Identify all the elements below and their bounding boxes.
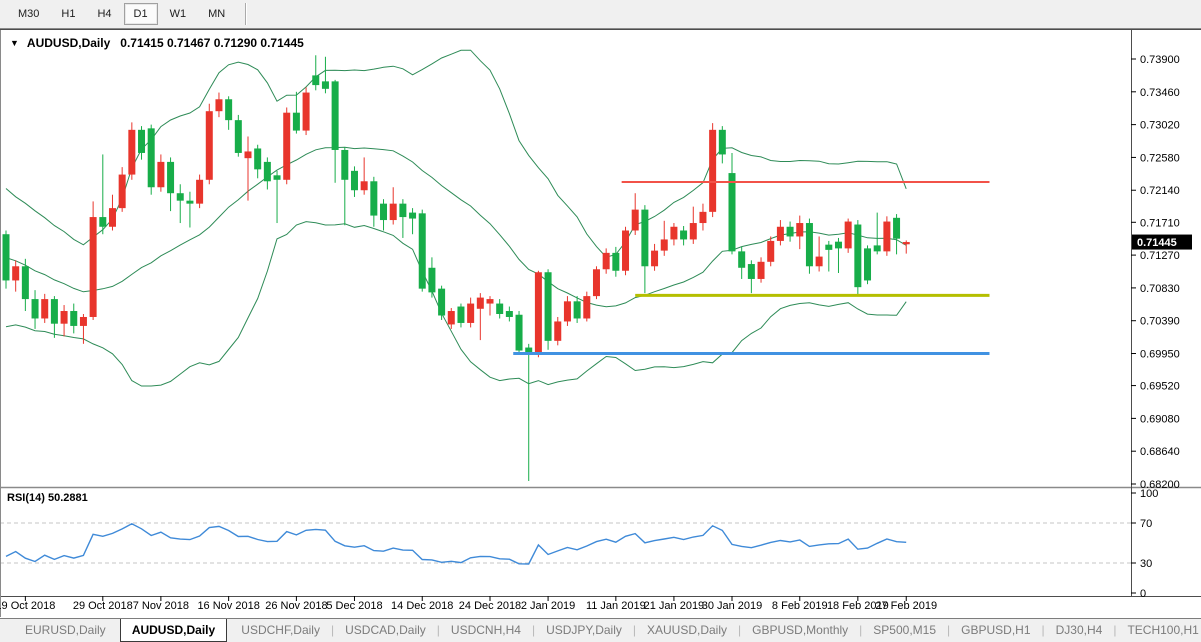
candle[interactable] — [883, 216, 890, 256]
price-tick-label: 0.70390 — [1140, 316, 1180, 328]
timeframe-button-mn[interactable]: MN — [198, 3, 235, 25]
toolbar-separator — [245, 3, 246, 25]
price-tick-label: 0.69520 — [1140, 381, 1180, 393]
symbol-tabs: EURUSD,Daily|AUDUSD,Daily|USDCHF,Daily|U… — [14, 619, 1201, 642]
candle[interactable] — [90, 201, 97, 320]
candle[interactable] — [593, 266, 600, 299]
candle[interactable] — [864, 245, 871, 284]
candle[interactable] — [535, 271, 542, 357]
price-tick-label: 0.69080 — [1140, 413, 1180, 425]
timeframe-button-m30[interactable]: M30 — [8, 3, 49, 25]
date-tick-label: 16 Nov 2018 — [197, 600, 259, 612]
tab-gbpusd-h1[interactable]: GBPUSD,H1 — [950, 619, 1041, 642]
date-tick-label: 14 Dec 2018 — [391, 600, 453, 612]
date-tick-label: 7 Nov 2018 — [133, 600, 189, 612]
date-tick-label: 27 Feb 2019 — [875, 600, 937, 612]
candle[interactable] — [206, 104, 213, 185]
timeframe-button-w1[interactable]: W1 — [160, 3, 197, 25]
timeframe-button-h4[interactable]: H4 — [87, 3, 121, 25]
price-tick-label: 0.72140 — [1140, 185, 1180, 197]
tab-usdcnh-h4[interactable]: USDCNH,H4 — [440, 619, 532, 642]
date-tick-label: 19 Oct 2018 — [0, 600, 55, 612]
date-tick-label: 5 Dec 2018 — [326, 600, 382, 612]
candle[interactable] — [303, 87, 310, 135]
rsi-tick-label: 30 — [1140, 558, 1152, 570]
candle[interactable] — [583, 292, 590, 322]
price-tick-label: 0.73020 — [1140, 120, 1180, 132]
date-tick-label: 8 Feb 2019 — [772, 600, 828, 612]
candle[interactable] — [235, 115, 242, 157]
candle[interactable] — [709, 123, 716, 217]
symbol-tab-bar: EURUSD,Daily|AUDUSD,Daily|USDCHF,Daily|U… — [0, 618, 1201, 642]
rsi-tick-label: 0 — [1140, 588, 1146, 600]
date-tick-label: 26 Nov 2018 — [265, 600, 327, 612]
chart-canvas[interactable]: 0.73900 0.73460 0.73020 0.72580 0.72140 0.717… — [0, 29, 1201, 618]
date-tick-label: 21 Jan 2019 — [644, 600, 705, 612]
tab-sp500-m15[interactable]: SP500,M15 — [862, 619, 947, 642]
candle[interactable] — [767, 236, 774, 266]
tab-usdjpy-daily[interactable]: USDJPY,Daily — [535, 619, 633, 642]
tab-tech100-h1[interactable]: TECH100,H1 — [1116, 619, 1201, 642]
date-tick-label: 30 Jan 2019 — [702, 600, 763, 612]
candle[interactable] — [419, 210, 426, 292]
tab-dj30-h4[interactable]: DJ30,H4 — [1045, 619, 1114, 642]
candle[interactable] — [148, 125, 155, 195]
date-tick-label: 2 Jan 2019 — [521, 600, 575, 612]
price-tick-label: 0.70830 — [1140, 283, 1180, 295]
candle[interactable] — [516, 311, 523, 353]
rsi-tick-label: 70 — [1140, 518, 1152, 530]
candle[interactable] — [854, 220, 861, 295]
price-tick-label: 0.73460 — [1140, 87, 1180, 99]
tab-gbpusd-monthly[interactable]: GBPUSD,Monthly — [741, 619, 859, 642]
date-tick-label: 29 Oct 2018 — [73, 600, 133, 612]
candle[interactable] — [545, 269, 552, 350]
candle[interactable] — [845, 219, 852, 253]
tab-xauusd-daily[interactable]: XAUUSD,Daily — [636, 619, 738, 642]
date-tick-label: 11 Jan 2019 — [586, 600, 646, 612]
price-tick-label: 0.68640 — [1140, 446, 1180, 458]
price-tick-label: 0.72580 — [1140, 152, 1180, 164]
tab-usdchf-daily[interactable]: USDCHF,Daily — [230, 619, 331, 642]
price-tick-label: 0.69950 — [1140, 349, 1180, 361]
timeframe-button-d1[interactable]: D1 — [124, 3, 158, 25]
date-tick-label: 24 Dec 2018 — [459, 600, 521, 612]
price-tick-label: 0.71270 — [1140, 250, 1180, 262]
tab-usdcad-daily[interactable]: USDCAD,Daily — [334, 619, 437, 642]
tab-eurusd-daily[interactable]: EURUSD,Daily — [14, 619, 117, 642]
price-tick-label: 0.71710 — [1140, 217, 1180, 229]
candle[interactable] — [128, 122, 135, 179]
candle[interactable] — [622, 227, 629, 275]
candle[interactable] — [283, 107, 290, 184]
rsi-tick-label: 100 — [1140, 488, 1158, 500]
timeframe-toolbar: M30H1H4D1W1MN — [0, 0, 1201, 29]
price-tick-label: 0.73900 — [1140, 54, 1180, 66]
candle[interactable] — [3, 230, 10, 288]
timeframe-button-h1[interactable]: H1 — [51, 3, 85, 25]
chart-window: 0.73900 0.73460 0.73020 0.72580 0.72140 0.717… — [0, 29, 1201, 618]
candle[interactable] — [806, 219, 813, 274]
candle[interactable] — [438, 286, 445, 320]
terminal-window: M30H1H4D1W1MN 0.73900 0.73460 0.73020 0.725… — [0, 0, 1201, 642]
current-price-tag-value: 0.71445 — [1137, 237, 1177, 249]
timeframe-button-group: M30H1H4D1W1MN — [8, 3, 237, 25]
tab-audusd-daily[interactable]: AUDUSD,Daily — [120, 619, 227, 642]
